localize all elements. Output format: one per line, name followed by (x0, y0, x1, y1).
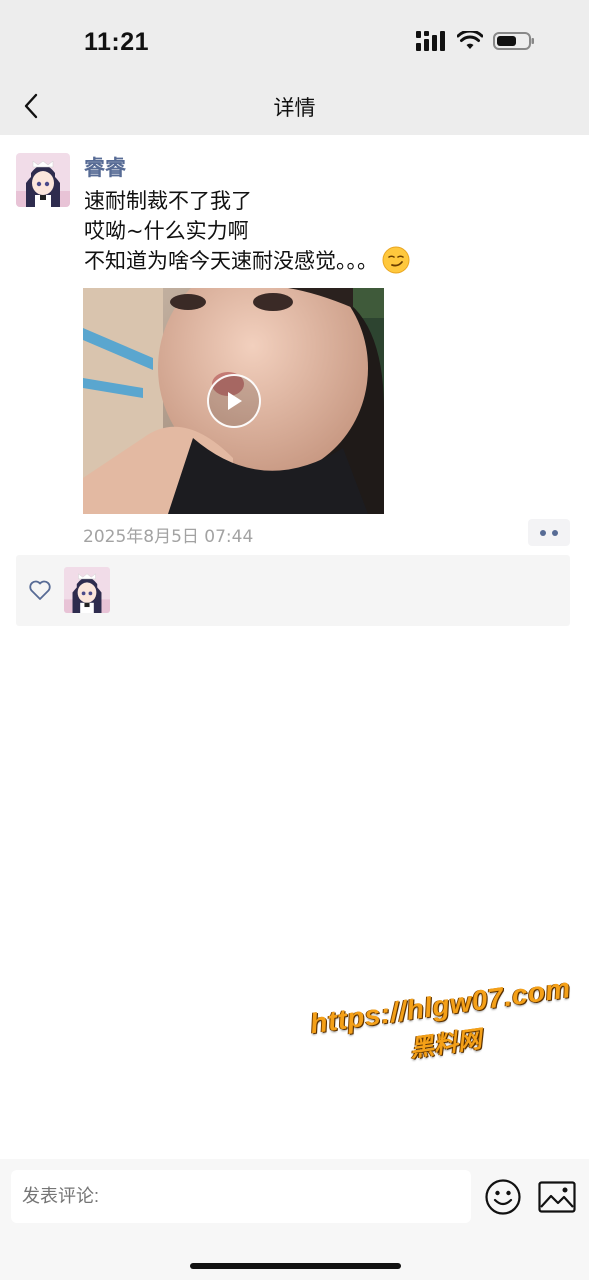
avatar[interactable] (16, 153, 70, 207)
more-dots-icon (540, 529, 546, 536)
post-text-line: 速耐制裁不了我了 (84, 189, 252, 213)
nav-bar: 详情 (0, 78, 589, 135)
post-text: 速耐制裁不了我了 哎呦~什么实力啊 不知道为啥今天速耐没感觉。。。 (84, 186, 564, 276)
post-timestamp: 2025年8月5日 07:44 (83, 527, 254, 547)
more-options-button[interactable] (528, 519, 570, 546)
play-button[interactable] (207, 374, 261, 428)
watermark: https://hlgw07.com 黑料网 (295, 970, 589, 1079)
comment-input[interactable] (11, 1170, 471, 1223)
heart-outline-icon (29, 580, 51, 600)
signal-icon (416, 31, 445, 51)
home-indicator (190, 1263, 401, 1269)
avatar[interactable] (64, 567, 110, 613)
status-icons (416, 31, 535, 51)
status-bar: 11:21 (0, 0, 589, 78)
likes-section (16, 555, 570, 626)
play-icon (228, 392, 242, 410)
status-time: 11:21 (84, 28, 150, 56)
emoji-button[interactable] (485, 1179, 521, 1219)
image-icon (538, 1181, 576, 1213)
battery-icon (493, 32, 534, 50)
user-name[interactable]: 睿睿 (84, 152, 126, 182)
more-dots-icon (552, 529, 558, 536)
post-text-line: 哎呦~什么实力啊 (84, 219, 249, 243)
wifi-icon (457, 31, 483, 49)
post-text-line-with-emoji: 不知道为啥今天速耐没感觉。。。 (84, 246, 564, 276)
smirk-emoji-icon (382, 246, 410, 274)
comment-bar (0, 1159, 589, 1280)
image-button[interactable] (538, 1181, 576, 1217)
page-title: 详情 (273, 96, 316, 120)
smiley-icon (485, 1179, 521, 1215)
post-text-line: 不知道为啥今天速耐没感觉。。。 (84, 249, 378, 273)
video-thumbnail[interactable] (83, 288, 384, 514)
